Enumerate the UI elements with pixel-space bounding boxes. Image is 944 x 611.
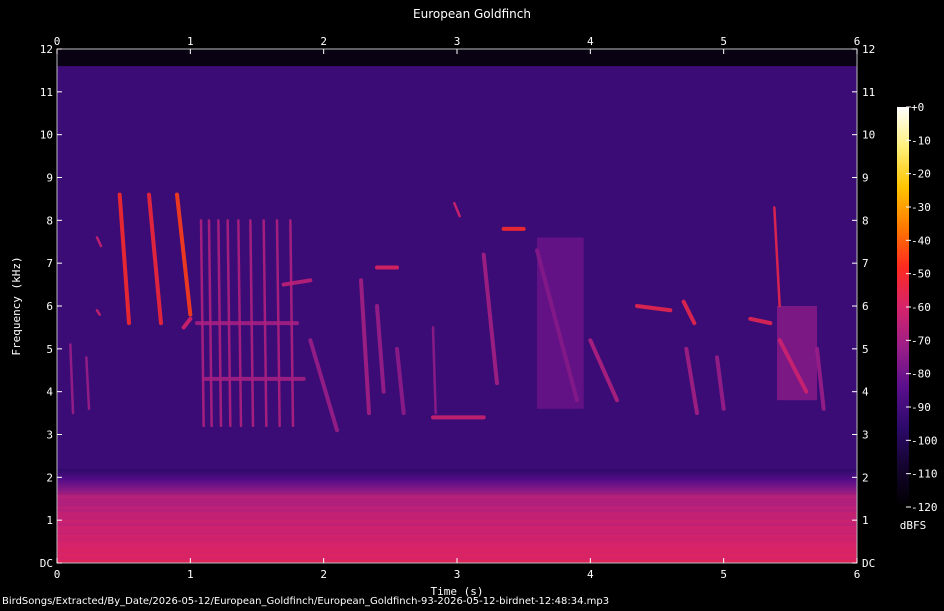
- x-tick-label-top: 5: [720, 35, 727, 48]
- y-tick-label-left: 12: [40, 43, 53, 56]
- y-tick-label-right: DC: [862, 557, 875, 570]
- y-axis-label: Frequency (kHz): [10, 256, 23, 355]
- y-tick-label-left: 3: [46, 429, 53, 442]
- x-tick-label-bottom: 5: [720, 568, 727, 581]
- y-tick-label-right: 3: [862, 429, 869, 442]
- colorbar-tick-label: -70: [911, 334, 931, 347]
- file-path-footer: BirdSongs/Extracted/By_Date/2026-05-12/E…: [2, 596, 610, 607]
- y-tick-label-left: 9: [46, 172, 53, 185]
- noise-patch: [537, 237, 584, 409]
- colorbar-tick-label: -50: [911, 268, 931, 281]
- x-tick-label-top: 1: [187, 35, 194, 48]
- x-tick-label-bottom: 2: [320, 568, 327, 581]
- y-tick-label-right: 4: [862, 386, 869, 399]
- spectrogram-chart: 00112233445566DC DC1 12 23 34 45 56 67 78 89 910 10…: [10, 35, 938, 598]
- colorbar-tick-label: -110: [911, 468, 938, 481]
- y-tick-label-right: 6: [862, 300, 869, 313]
- colorbar-ticks: +0 -10 -20 -30 -40 -50 -60 -70 -80 -90 -100 -110 -12…: [906, 101, 938, 514]
- x-tick-label-bottom: 1: [187, 568, 194, 581]
- x-tick-label-top: 6: [854, 35, 861, 48]
- y-tick-label-right: 5: [862, 343, 869, 356]
- x-tick-label-top: 3: [454, 35, 461, 48]
- x-tick-label-top: 4: [587, 35, 594, 48]
- y-tick-label-left: 6: [46, 300, 53, 313]
- y-tick-label-right: 10: [862, 129, 875, 142]
- y-tick-label-right: 2: [862, 471, 869, 484]
- y-tick-label-right: 12: [862, 43, 875, 56]
- colorbar-tick-label: -120: [911, 501, 938, 514]
- y-tick-label-left: 1: [46, 514, 53, 527]
- spectrogram-heatmap: [57, 49, 857, 564]
- colorbar-tick-label: -10: [911, 134, 931, 147]
- colorbar-tick-label: -80: [911, 368, 931, 381]
- y-tick-label-left: DC: [40, 557, 53, 570]
- colorbar-tick-label: -90: [911, 401, 931, 414]
- y-tick-label-left: 10: [40, 129, 53, 142]
- colorbar-tick-label: +0: [911, 101, 924, 114]
- x-tick-label-bottom: 4: [587, 568, 594, 581]
- colorbar-tick-label: -30: [911, 201, 931, 214]
- x-tick-label-bottom: 0: [54, 568, 61, 581]
- y-tick-label-right: 8: [862, 214, 869, 227]
- colorbar-label: dBFS: [900, 519, 927, 532]
- y-tick-label-left: 8: [46, 214, 53, 227]
- x-tick-label-bottom: 6: [854, 568, 861, 581]
- band-fade-bin: [57, 468, 857, 472]
- y-tick-label-left: 5: [46, 343, 53, 356]
- y-tick-label-right: 9: [862, 172, 869, 185]
- colorbar-tick-label: -40: [911, 234, 931, 247]
- y-tick-label-right: 1: [862, 514, 869, 527]
- colorbar-tick-label: -60: [911, 301, 931, 314]
- y-tick-label-right: 11: [862, 86, 875, 99]
- noise-patch: [777, 306, 817, 401]
- y-tick-label-left: 2: [46, 471, 53, 484]
- y-tick-label-left: 4: [46, 386, 53, 399]
- y-tick-label-right: 7: [862, 257, 869, 270]
- x-tick-label-top: 0: [54, 35, 61, 48]
- y-tick-label-left: 11: [40, 86, 53, 99]
- x-tick-label-bottom: 3: [454, 568, 461, 581]
- y-tick-label-left: 7: [46, 257, 53, 270]
- colorbar-tick-label: -20: [911, 168, 931, 181]
- x-tick-label-top: 2: [320, 35, 327, 48]
- colorbar-tick-label: -100: [911, 434, 938, 447]
